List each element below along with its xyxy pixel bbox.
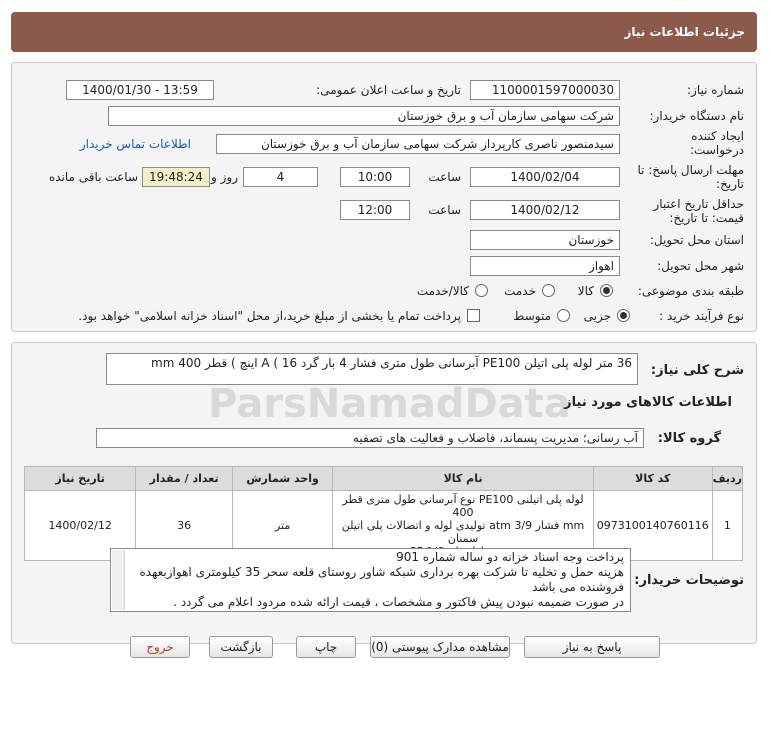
category-radio-goods[interactable] <box>600 284 613 297</box>
category-option-goods-service: کالا/خدمت <box>416 284 469 298</box>
table-header-row: ردیف کد کالا نام کالا واحد شمارش تعداد /… <box>23 466 744 491</box>
city-label: شهر محل تحویل: <box>657 259 744 273</box>
goods-group-field: آب رسانی؛ مدیریت پسماند، فاضلاب و فعالیت… <box>96 428 644 448</box>
goods-info-title: اطلاعات کالاهای مورد نیاز <box>564 395 732 410</box>
need-number-label: شماره نیاز: <box>687 83 744 97</box>
contact-info-link[interactable]: اطلاعات تماس خریدار <box>80 137 191 151</box>
process-option-minor: جزیی <box>583 309 611 323</box>
reply-deadline-label: مهلت ارسال پاسخ: تا تاریخ: <box>637 163 744 191</box>
days-and-label: روز و <box>211 170 238 184</box>
validity-date-field: 1400/02/12 <box>470 200 620 220</box>
cell-index: 1 <box>711 490 744 561</box>
treasury-payment-note: پرداخت تمام یا بخشی از مبلغ خرید،از محل … <box>78 309 461 323</box>
reply-days-field: 4 <box>243 167 318 187</box>
watermark-text: ParsNamadData <box>208 381 571 427</box>
exit-button[interactable]: خروج <box>130 636 190 658</box>
reply-countdown-field: 19:48:24 <box>142 167 210 187</box>
goods-group-label: گروه کالا: <box>657 431 721 446</box>
buyer-org-label: نام دستگاه خریدار: <box>649 109 745 123</box>
col-header-date: تاریخ نیاز <box>23 466 137 491</box>
goods-table: ردیف کد کالا نام کالا واحد شمارش تعداد /… <box>23 466 744 561</box>
col-header-name: نام کالا <box>332 466 594 491</box>
validity-time-field: 12:00 <box>340 200 410 220</box>
reply-hour-label: ساعت <box>428 170 461 184</box>
notes-line-1: پرداخت وجه اسناد خزانه دو ساله شماره 901 <box>396 550 624 564</box>
info-panel: شماره نیاز: 1100001597000030 تاریخ و ساع… <box>11 62 757 332</box>
cell-name-line-2: mm فشار atm 3/9 تولیدی لوله و اتصالات پل… <box>341 519 585 545</box>
goods-panel: ParsNamadData شرح کلی نیاز: 36 متر لوله … <box>11 342 757 644</box>
general-desc-label: شرح کلی نیاز: <box>650 363 744 378</box>
city-field: اهواز <box>470 256 620 276</box>
reply-time-field: 10:00 <box>340 167 410 187</box>
page-header: جزئیات اطلاعات نیاز <box>11 12 757 52</box>
cell-name-line-1: لوله پلی اتیلنی PE100 نوع آبرسانی طول مت… <box>342 493 584 519</box>
general-desc-field: 36 متر لوله پلی اتیلن PE100 آبرسانی طول … <box>106 353 638 385</box>
category-option-goods: کالا <box>577 284 594 298</box>
page-title: جزئیات اطلاعات نیاز <box>624 25 745 39</box>
process-option-medium: متوسط <box>513 309 551 323</box>
category-option-service: خدمت <box>504 284 536 298</box>
remaining-time-label: ساعت باقی مانده <box>48 170 138 184</box>
col-header-code: کد کالا <box>592 466 713 491</box>
process-type-label: نوع فرآیند خرید : <box>659 309 744 323</box>
process-radio-minor[interactable] <box>617 309 630 322</box>
notes-scrollbar[interactable] <box>112 550 125 610</box>
category-radio-service[interactable] <box>542 284 555 297</box>
category-radio-goods-service[interactable] <box>475 284 488 297</box>
treasury-payment-checkbox[interactable] <box>467 309 480 322</box>
reply-button[interactable]: پاسخ به نیاز <box>524 636 660 658</box>
attachments-button[interactable]: مشاهده مدارک پیوستی (0) <box>370 636 510 658</box>
creator-label: ایجاد کننده درخواست: <box>690 129 744 157</box>
reply-date-field: 1400/02/04 <box>470 167 620 187</box>
back-button[interactable]: بازگشت <box>209 636 273 658</box>
buyer-notes-label: توضیحات خریدار: <box>634 573 744 588</box>
buyer-notes-box[interactable]: پرداخت وجه اسناد خزانه دو ساله شماره 901… <box>110 548 631 612</box>
validity-deadline-label: حداقل تاریخ اعتبار قیمت: تا تاریخ: <box>653 197 744 225</box>
category-label: طبقه بندی موضوعی: <box>637 284 744 298</box>
col-header-quantity: تعداد / مقدار <box>135 466 233 491</box>
col-header-unit: واحد شمارش <box>231 466 334 491</box>
notes-line-4: در صورت ضمیمه نبودن پیش فاکتور و مشخصات … <box>173 595 624 609</box>
buyer-org-field: شرکت سهامی سازمان آب و برق خوزستان <box>108 106 620 126</box>
notes-line-2: هزینه حمل و تخلیه تا شرکت بهره برداری شب… <box>139 565 624 579</box>
validity-hour-label: ساعت <box>428 203 461 217</box>
process-radio-medium[interactable] <box>557 309 570 322</box>
print-button[interactable]: چاپ <box>296 636 356 658</box>
creator-field: سیدمنصور ناصری کارپرداز شرکت سهامی سازما… <box>216 134 620 154</box>
announce-datetime-label: تاریخ و ساعت اعلان عمومی: <box>316 83 461 97</box>
col-header-index: ردیف <box>711 466 744 491</box>
province-field: خوزستان <box>470 230 620 250</box>
notes-line-3: فروشنده می باشد <box>532 580 624 594</box>
announce-datetime-field: 1400/01/30 - 13:59 <box>66 80 214 100</box>
province-label: استان محل تحویل: <box>649 233 744 247</box>
need-number-field: 1100001597000030 <box>470 80 620 100</box>
